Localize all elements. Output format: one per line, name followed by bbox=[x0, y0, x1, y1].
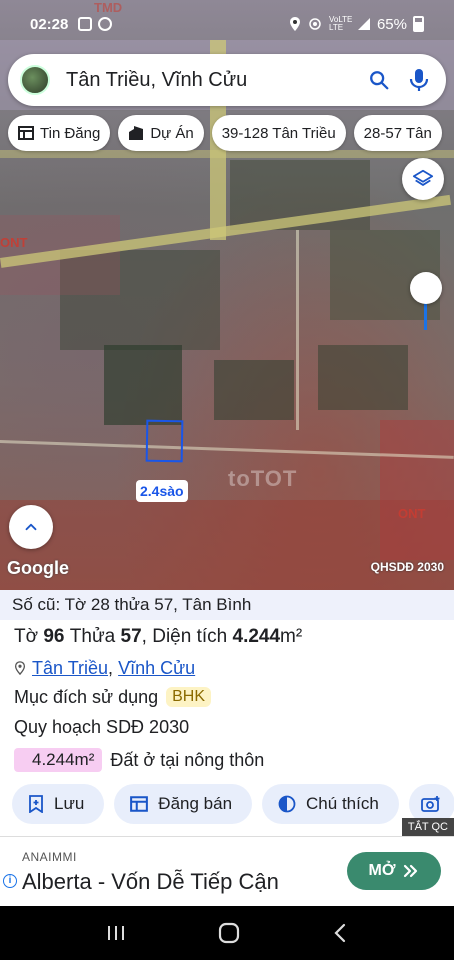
sheet-label: Tờ bbox=[14, 626, 39, 647]
location-pin-icon bbox=[14, 661, 26, 675]
parcel-info-panel: Số cũ: Tờ 28 thửa 57, Tân Bình Tờ 96 Thử… bbox=[0, 590, 454, 836]
save-button[interactable]: Lưu bbox=[12, 784, 105, 824]
battery-icon bbox=[413, 16, 424, 32]
location-icon bbox=[289, 17, 300, 31]
area-value: 4.244 bbox=[232, 626, 281, 647]
plan-label: Quy hoạch SDĐ 2030 bbox=[14, 716, 190, 737]
search-bar[interactable]: Tân Triều, Vĩnh Cửu bbox=[8, 54, 446, 106]
search-icon bbox=[370, 71, 389, 90]
status-time: 02:28 bbox=[30, 15, 69, 33]
expand-panel-button[interactable] bbox=[9, 505, 53, 549]
post-for-sale-button[interactable]: Đăng bán bbox=[114, 784, 253, 824]
legend-button-label: Chú thích bbox=[306, 794, 379, 813]
ad-open-label: MỞ bbox=[368, 862, 396, 879]
area-unit: m² bbox=[280, 626, 303, 647]
hotspot-icon bbox=[309, 18, 321, 30]
chip-label: 39-128 Tân Triều bbox=[221, 124, 336, 142]
building-icon bbox=[129, 126, 144, 140]
back-icon[interactable] bbox=[332, 923, 348, 943]
chip-label: Tin Đăng bbox=[40, 124, 101, 142]
opacity-slider-thumb[interactable] bbox=[410, 272, 442, 304]
double-chevron-right-icon bbox=[404, 864, 418, 878]
location-separator: , bbox=[108, 657, 114, 678]
watermark: toTOT bbox=[228, 466, 298, 491]
legend-icon bbox=[278, 795, 296, 813]
plan-area-row: 4.244m² Đất ở tại nông thôn bbox=[0, 742, 454, 778]
save-button-label: Lưu bbox=[54, 794, 85, 813]
ad-info-icon[interactable]: i bbox=[3, 874, 17, 888]
avatar[interactable] bbox=[20, 65, 50, 95]
legend-button[interactable]: Chú thích bbox=[262, 784, 399, 824]
android-nav-bar bbox=[0, 906, 454, 960]
search-button[interactable] bbox=[366, 67, 392, 93]
chip-parcel-39-128[interactable]: 39-128 Tân Triều bbox=[211, 115, 346, 151]
home-icon[interactable] bbox=[218, 922, 240, 944]
ad-advertiser: ANAIMMI bbox=[22, 850, 77, 864]
parcel-title: Tờ 96 Thửa 57, Diện tích 4.244 m² bbox=[0, 620, 454, 654]
plan-area-badge: 4.244m² bbox=[14, 748, 103, 772]
parcel-location: Tân Triều, Vĩnh Cửu bbox=[0, 654, 454, 682]
google-attribution: Google bbox=[7, 558, 69, 578]
post-for-sale-label: Đăng bán bbox=[158, 794, 233, 813]
signal-icon bbox=[357, 18, 370, 30]
area-label: Diện tích bbox=[152, 626, 228, 647]
purpose-code-badge: BHK bbox=[166, 687, 212, 707]
chip-parcel-28-57[interactable]: 28-57 Tân bbox=[353, 115, 442, 151]
bookmark-add-icon bbox=[29, 795, 43, 813]
parcel-area-label[interactable]: 2.4sào bbox=[136, 480, 188, 502]
ad-banner[interactable]: i ANAIMMI Alberta - Vốn Dễ Tiếp Cận MỞ bbox=[0, 836, 454, 906]
gallery-icon bbox=[78, 17, 93, 31]
layers-button[interactable] bbox=[402, 158, 444, 200]
recent-apps-icon[interactable] bbox=[106, 924, 126, 942]
title-separator: , bbox=[141, 626, 147, 647]
commune-link[interactable]: Tân Triều bbox=[32, 658, 108, 678]
zone-label-ont: ONT bbox=[398, 506, 426, 521]
plan-land-use: Đất ở tại nông thôn bbox=[110, 749, 265, 770]
voice-search-button[interactable] bbox=[406, 67, 432, 93]
app-notification-icon bbox=[98, 17, 113, 31]
map-layer-name: QHSDĐ 2030 bbox=[370, 560, 444, 574]
network-label: VoLTE LTE bbox=[328, 15, 353, 32]
battery-percent: 65% bbox=[376, 15, 407, 33]
ad-open-button[interactable]: MỞ bbox=[347, 852, 441, 890]
old-reference: Số cũ: Tờ 28 thửa 57, Tân Bình bbox=[0, 590, 454, 620]
status-bar: 02:28 VoLTE LTE 65% bbox=[0, 0, 454, 48]
sheet-number: 96 bbox=[43, 626, 65, 647]
district-link[interactable]: Vĩnh Cửu bbox=[118, 658, 195, 678]
purpose-label: Mục đích sử dụng bbox=[14, 686, 159, 707]
layers-icon bbox=[412, 169, 434, 186]
plot-label: Thửa bbox=[69, 626, 116, 647]
listing-icon bbox=[18, 126, 34, 140]
listing-icon bbox=[130, 796, 149, 812]
chip-tin-dang[interactable]: Tin Đăng bbox=[8, 115, 111, 151]
mic-icon bbox=[409, 69, 429, 91]
action-buttons: Lưu Đăng bán Chú thích bbox=[12, 784, 454, 824]
chip-du-an[interactable]: Dự Án bbox=[118, 115, 204, 151]
zone-label-ont: ONT bbox=[0, 235, 28, 250]
chevron-up-icon bbox=[25, 523, 37, 531]
land-use-purpose: Mục đích sử dụng BHK bbox=[0, 682, 454, 712]
chip-label: 28-57 Tân bbox=[363, 124, 432, 142]
plot-number: 57 bbox=[120, 626, 142, 647]
search-input[interactable]: Tân Triều, Vĩnh Cửu bbox=[66, 69, 352, 92]
add-photo-icon bbox=[420, 796, 440, 812]
filter-chips: Tin Đăng Dự Án 39-128 Tân Triều 28-57 Tâ… bbox=[8, 115, 442, 151]
chip-label: Dự Án bbox=[150, 124, 194, 142]
selected-parcel-outline[interactable] bbox=[145, 419, 184, 463]
ad-headline[interactable]: Alberta - Vốn Dễ Tiếp Cận bbox=[22, 869, 279, 895]
ad-close-button[interactable]: TẮT QC bbox=[401, 818, 454, 836]
